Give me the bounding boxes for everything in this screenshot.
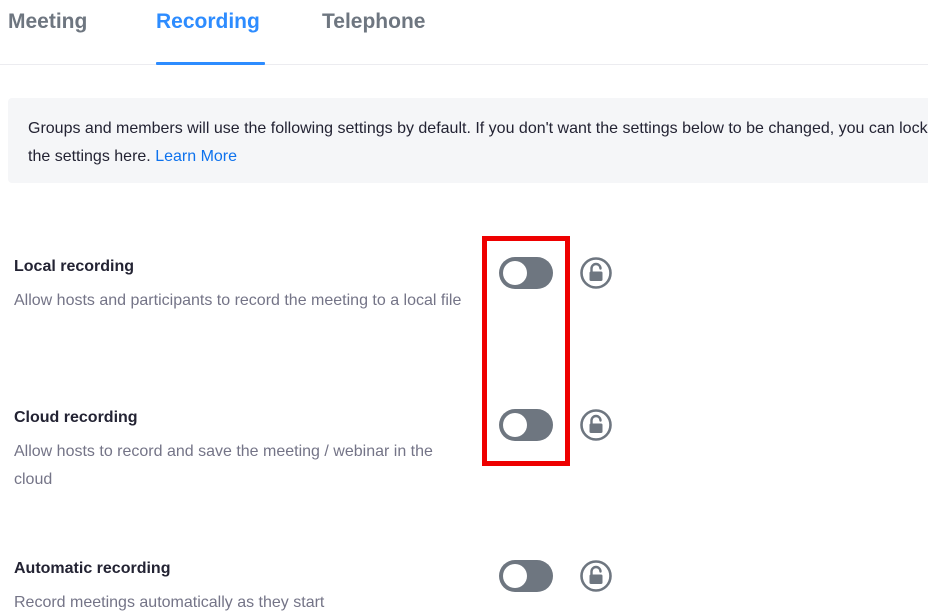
highlight-annotation	[482, 236, 570, 466]
unlock-icon[interactable]	[579, 408, 613, 442]
settings-tabs: Meeting Recording Telephone	[0, 0, 928, 65]
automatic-recording-toggle[interactable]	[499, 560, 553, 592]
setting-title: Cloud recording	[14, 409, 138, 426]
setting-description: Allow hosts to record and save the meeti…	[14, 443, 433, 488]
banner-message: Groups and members will use the followin…	[28, 115, 928, 171]
unlock-icon[interactable]	[579, 559, 613, 593]
setting-title: Local recording	[14, 258, 135, 275]
recording-settings-page: Meeting Recording Telephone Groups and m…	[0, 0, 928, 614]
tab-meeting[interactable]: Meeting	[8, 8, 87, 64]
unlock-icon[interactable]	[579, 256, 613, 290]
tab-recording[interactable]: Recording	[156, 8, 260, 64]
tab-telephone[interactable]: Telephone	[322, 8, 425, 64]
info-banner: Groups and members will use the followin…	[8, 98, 928, 183]
setting-description: Allow hosts and participants to record t…	[14, 292, 462, 309]
setting-description: Record meetings automatically as they st…	[14, 594, 325, 611]
setting-title: Automatic recording	[14, 560, 171, 577]
active-tab-indicator	[156, 62, 265, 65]
toggle-knob	[503, 564, 527, 588]
learn-more-link[interactable]: Learn More	[155, 148, 237, 165]
